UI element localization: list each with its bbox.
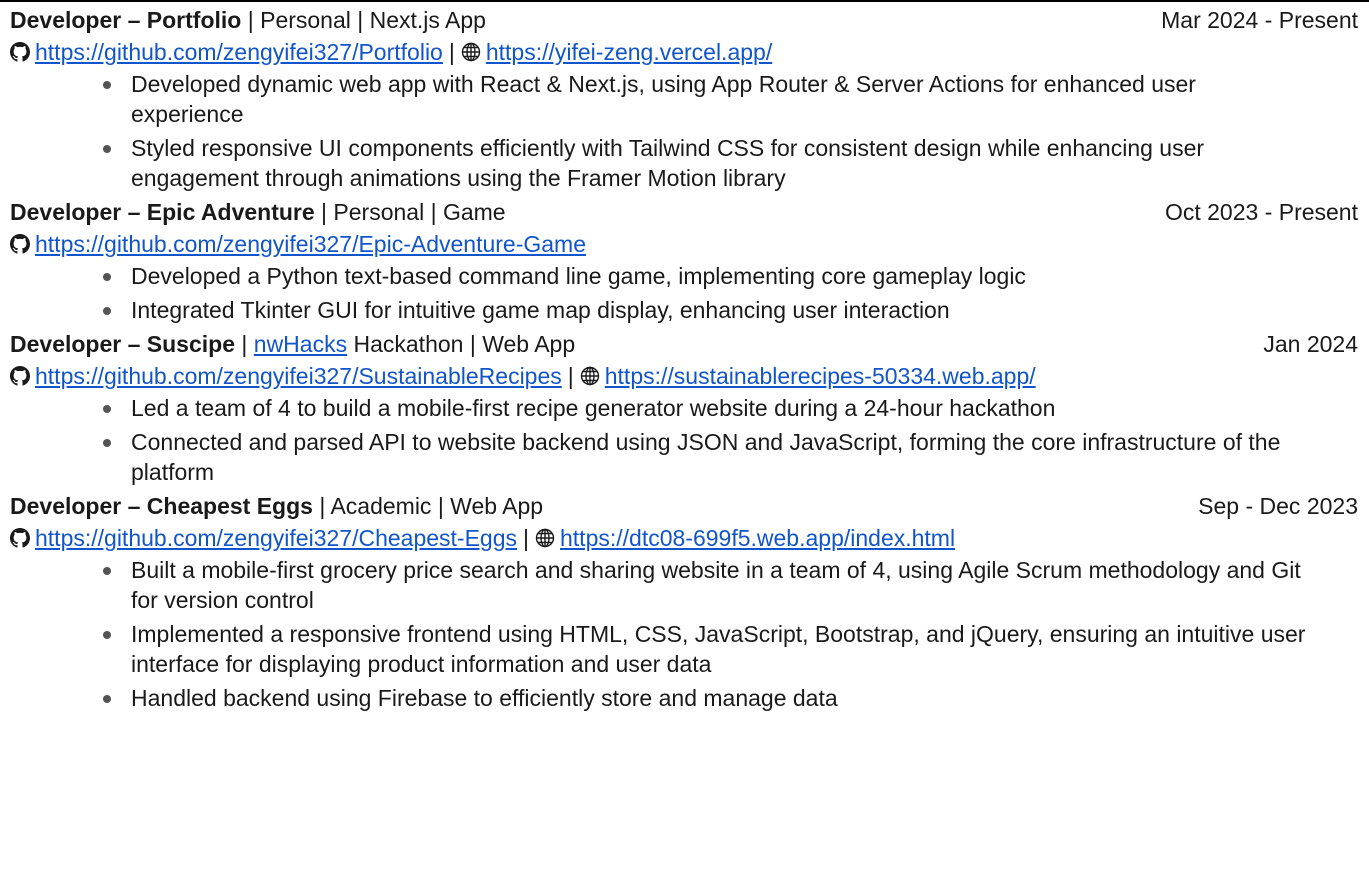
project-meta: | Personal | Game bbox=[314, 199, 506, 225]
project-cheapest-eggs: Developer – Cheapest Eggs | Academic | W… bbox=[0, 491, 1369, 713]
project-links: https://github.com/zengyifei327/Portfoli… bbox=[0, 35, 1369, 69]
github-link[interactable]: https://github.com/zengyifei327/Epic-Adv… bbox=[35, 227, 586, 261]
project-bullets: Developed dynamic web app with React & N… bbox=[0, 69, 1369, 193]
project-bullets: Led a team of 4 to build a mobile-first … bbox=[0, 393, 1369, 487]
project-meta: | Academic | Web App bbox=[312, 493, 544, 519]
project-date: Jan 2024 bbox=[1263, 331, 1358, 357]
project-suscipe: Developer – Suscipe | nwHacks Hackathon … bbox=[0, 329, 1369, 487]
projects-section: Developer – Portfolio | Personal | Next.… bbox=[0, 5, 1369, 717]
project-links: https://github.com/zengyifei327/Cheapest… bbox=[0, 521, 1369, 555]
github-icon bbox=[10, 42, 30, 62]
link-separator: | bbox=[448, 39, 455, 65]
project-meta-prefix: | bbox=[235, 331, 254, 357]
list-item: Led a team of 4 to build a mobile-first … bbox=[0, 393, 1369, 423]
project-date: Mar 2024 - Present bbox=[1161, 7, 1358, 33]
site-link[interactable]: https://yifei-zeng.vercel.app/ bbox=[486, 35, 772, 69]
project-bullets: Developed a Python text-based command li… bbox=[0, 261, 1369, 325]
project-epic-adventure: Developer – Epic Adventure | Personal | … bbox=[0, 197, 1369, 325]
project-header: Developer – Epic Adventure | Personal | … bbox=[0, 197, 1369, 227]
list-item: Integrated Tkinter GUI for intuitive gam… bbox=[0, 295, 1369, 325]
github-link[interactable]: https://github.com/zengyifei327/Cheapest… bbox=[35, 521, 517, 555]
project-links: https://github.com/zengyifei327/Sustaina… bbox=[0, 359, 1369, 393]
project-links: https://github.com/zengyifei327/Epic-Adv… bbox=[0, 227, 1369, 261]
project-title: Developer – Suscipe bbox=[10, 331, 236, 357]
site-link[interactable]: https://sustainablerecipes-50334.web.app… bbox=[605, 359, 1036, 393]
github-link[interactable]: https://github.com/zengyifei327/Portfoli… bbox=[35, 35, 443, 69]
project-title: Developer – Portfolio bbox=[10, 7, 242, 33]
list-item: Developed dynamic web app with React & N… bbox=[0, 69, 1369, 129]
site-link[interactable]: https://dtc08-699f5.web.app/index.html bbox=[560, 521, 955, 555]
project-portfolio: Developer – Portfolio | Personal | Next.… bbox=[0, 5, 1369, 193]
link-separator: | bbox=[523, 525, 529, 551]
list-item: Developed a Python text-based command li… bbox=[0, 261, 1369, 291]
link-separator: | bbox=[567, 363, 574, 389]
project-meta-suffix: Hackathon | Web App bbox=[347, 331, 576, 357]
project-date: Sep - Dec 2023 bbox=[1198, 493, 1358, 519]
project-title: Developer – Cheapest Eggs bbox=[10, 493, 313, 519]
github-icon bbox=[10, 366, 30, 386]
project-meta: | Personal | Next.js App bbox=[241, 7, 486, 33]
list-item: Handled backend using Firebase to effici… bbox=[0, 683, 1369, 713]
list-item: Connected and parsed API to website back… bbox=[0, 427, 1369, 487]
project-date: Oct 2023 - Present bbox=[1164, 199, 1358, 225]
list-item: Implemented a responsive frontend using … bbox=[0, 619, 1369, 679]
globe-icon bbox=[580, 366, 599, 386]
globe-icon bbox=[461, 42, 481, 62]
project-header: Developer – Cheapest Eggs | Academic | W… bbox=[0, 491, 1369, 521]
project-header: Developer – Portfolio | Personal | Next.… bbox=[0, 5, 1369, 35]
github-icon bbox=[10, 234, 30, 254]
list-item: Styled responsive UI components efficien… bbox=[0, 133, 1369, 193]
github-icon bbox=[10, 528, 30, 548]
event-link[interactable]: nwHacks bbox=[254, 331, 347, 357]
globe-icon bbox=[535, 528, 555, 548]
list-item: Built a mobile-first grocery price searc… bbox=[0, 555, 1369, 615]
top-rule bbox=[0, 0, 1369, 2]
github-link[interactable]: https://github.com/zengyifei327/Sustaina… bbox=[35, 359, 562, 393]
project-bullets: Built a mobile-first grocery price searc… bbox=[0, 555, 1369, 713]
project-title: Developer – Epic Adventure bbox=[10, 199, 315, 225]
project-header: Developer – Suscipe | nwHacks Hackathon … bbox=[0, 329, 1369, 359]
